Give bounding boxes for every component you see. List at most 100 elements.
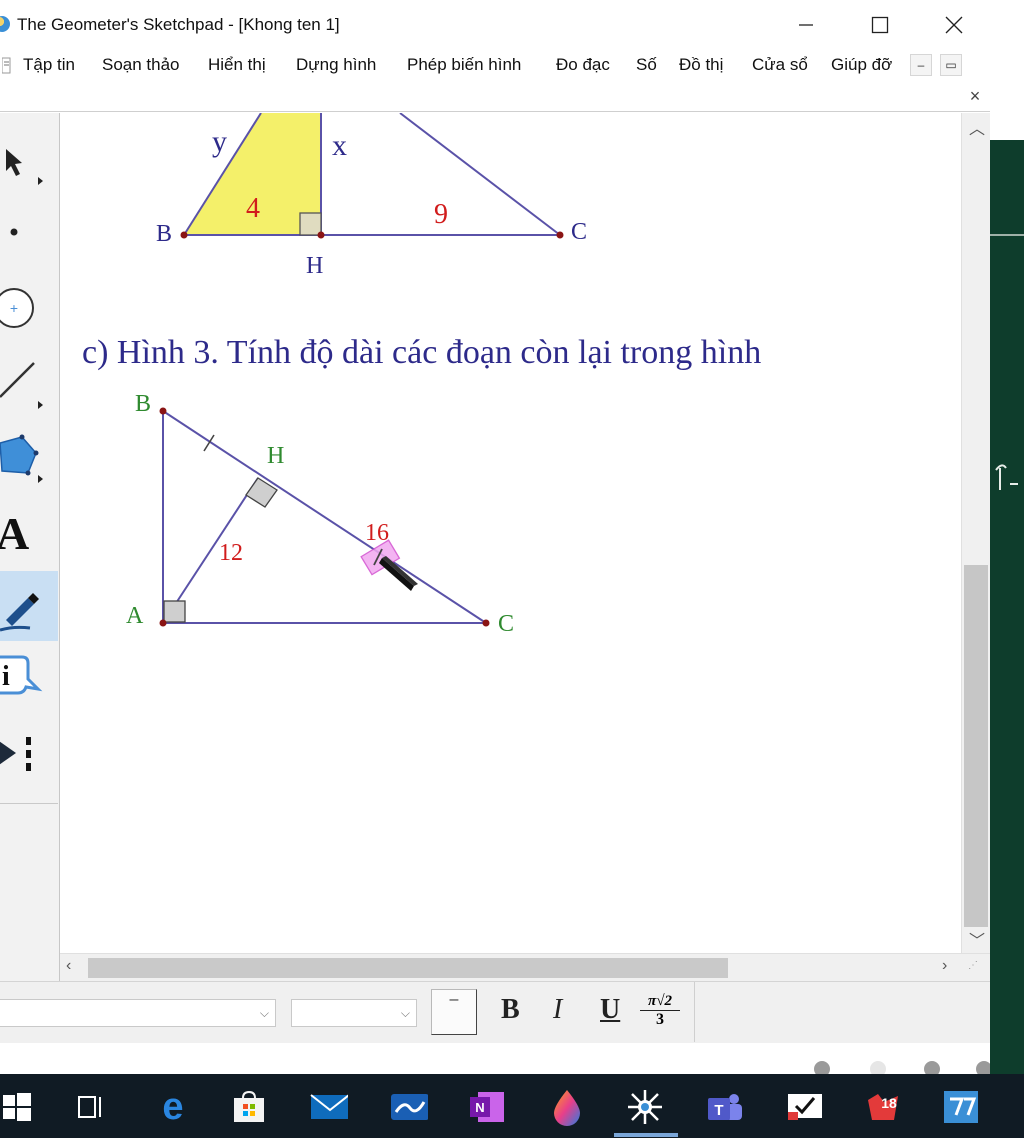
custom-tools[interactable] [0, 725, 58, 781]
italic-button[interactable]: I [553, 994, 562, 1026]
svg-text:N: N [475, 1100, 484, 1115]
fraction-numerator: π√2 [640, 992, 680, 1011]
point-c[interactable] [482, 619, 490, 627]
scroll-right-icon[interactable]: › [942, 957, 947, 975]
teams-icon: T [708, 1094, 742, 1120]
font-size-select[interactable]: ⌵ [291, 999, 417, 1027]
edge-icon: e [162, 1085, 184, 1128]
text-tool[interactable]: A [0, 503, 58, 563]
text-format-bar: ⌵ ⌵ – B I U π√2 3 [0, 981, 990, 1043]
horizontal-scroll-thumb[interactable] [88, 958, 728, 978]
chevron-down-icon: ⌵ [259, 1006, 269, 1020]
point-tool[interactable] [0, 213, 58, 251]
point-a[interactable] [159, 619, 167, 627]
background-window-strip [990, 0, 1024, 1074]
my-app[interactable] [786, 1088, 824, 1126]
maximize-button[interactable] [860, 8, 900, 42]
svg-text:+: + [10, 300, 18, 316]
right-angle-mark-h [299, 212, 322, 236]
math-format-button[interactable]: π√2 3 [640, 992, 680, 1034]
task-view-button[interactable] [72, 1088, 110, 1126]
mail-icon [310, 1094, 348, 1119]
point-icon [10, 228, 18, 236]
scroll-left-icon[interactable]: ‹ [66, 957, 71, 975]
menu-measure[interactable]: Đo đạc [556, 55, 610, 75]
sketchpad-app[interactable] [626, 1088, 664, 1126]
vertical-scroll-thumb[interactable] [964, 565, 988, 927]
horizontal-scrollbar[interactable]: ‹ › ⋰ [60, 953, 990, 981]
edge-app[interactable]: e [154, 1085, 192, 1128]
scroll-down-icon[interactable]: ﹀ [969, 927, 985, 951]
marker-tool[interactable] [0, 571, 58, 641]
underline-button[interactable]: U [600, 994, 620, 1026]
menu-window[interactable]: Cửa sổ [752, 55, 808, 75]
toolbox: + A i [0, 113, 60, 981]
information-tool[interactable]: i [0, 653, 58, 707]
bold-button[interactable]: B [501, 994, 520, 1026]
active-app-indicator [614, 1133, 678, 1137]
paint-drop-icon [554, 1090, 580, 1126]
vertical-scrollbar[interactable]: ︿ ﹀ [961, 113, 990, 953]
label-h-top: H [306, 253, 323, 279]
background-board-marks [990, 234, 1024, 490]
side-ac [399, 113, 561, 236]
arrow-icon [6, 149, 43, 185]
menu-construct[interactable]: Dựng hình [296, 55, 376, 75]
fraction-denominator: 3 [656, 1011, 664, 1028]
label-c-top: C [571, 219, 587, 245]
document-menu-icon[interactable] [2, 57, 12, 75]
menu-number[interactable]: Số [636, 55, 657, 75]
menu-bar: Tập tin Soạn thảo Hiển thị Dựng hình Phé… [0, 50, 990, 82]
windows-icon [3, 1093, 31, 1121]
menu-edit[interactable]: Soạn thảo [102, 55, 180, 75]
scroll-up-icon[interactable]: ︿ [969, 115, 985, 139]
close-button[interactable] [934, 8, 974, 42]
onenote-app[interactable]: N [468, 1088, 506, 1126]
start-button[interactable] [0, 1088, 36, 1126]
point-c-top[interactable] [556, 231, 564, 239]
font-family-select[interactable]: ⌵ [0, 999, 276, 1027]
selection-arrow-tool[interactable] [0, 141, 58, 191]
checkmark-app-icon [788, 1094, 822, 1120]
calendar-icon: 18 [868, 1094, 898, 1120]
status-bar [0, 1043, 992, 1077]
compass-tool[interactable]: + [0, 285, 58, 331]
label-b: B [135, 391, 151, 417]
measure-hc-top: 9 [434, 199, 448, 230]
title-bar: The Geometer's Sketchpad - [Khong ten 1] [0, 0, 990, 50]
point-h-top[interactable] [317, 231, 325, 239]
store-app[interactable] [230, 1088, 268, 1126]
doc-minimize-button[interactable]: – [910, 54, 932, 76]
measure-hc: 16 [365, 520, 389, 546]
whiteboard-app[interactable] [390, 1088, 428, 1126]
point-b-top[interactable] [180, 231, 188, 239]
mail-app[interactable] [310, 1088, 348, 1126]
classroom-app[interactable] [942, 1088, 980, 1126]
menu-display[interactable]: Hiển thị [208, 55, 266, 75]
doc-restore-button[interactable]: ▭ [940, 54, 962, 76]
exercise-heading: c) Hình 3. Tính độ dài các đoạn còn lại … [82, 334, 761, 371]
document-strip [0, 82, 990, 112]
menu-help[interactable]: Giúp đỡ [831, 55, 892, 75]
sketch-drawing[interactable]: y x 4 9 B H C c) Hình 3. Tính độ dài các… [60, 113, 961, 953]
resize-grip-icon[interactable]: ⋰ [968, 960, 978, 971]
doc-close-button[interactable]: × [962, 84, 988, 108]
calendar-app[interactable]: 18 [864, 1088, 902, 1126]
menu-file[interactable]: Tập tin [23, 55, 75, 75]
menu-transform[interactable]: Phép biến hình [407, 55, 521, 75]
label-c: C [498, 611, 514, 637]
straightedge-tool[interactable] [0, 353, 58, 417]
minimize-button[interactable] [786, 8, 826, 42]
label-x: x [332, 129, 347, 162]
polygon-tool[interactable] [0, 425, 58, 489]
toolbox-divider [0, 803, 58, 804]
menu-graph[interactable]: Đồ thị [679, 55, 723, 75]
symbol-button[interactable]: – [431, 989, 477, 1035]
polygon-icon [0, 434, 43, 483]
teams-app[interactable]: T [706, 1088, 744, 1126]
paint-app[interactable] [548, 1088, 586, 1126]
point-b[interactable] [159, 407, 167, 415]
label-b-top: B [156, 221, 172, 247]
right-angle-mark-a [163, 600, 186, 623]
sketch-canvas[interactable]: y x 4 9 B H C c) Hình 3. Tính độ dài các… [60, 113, 961, 953]
